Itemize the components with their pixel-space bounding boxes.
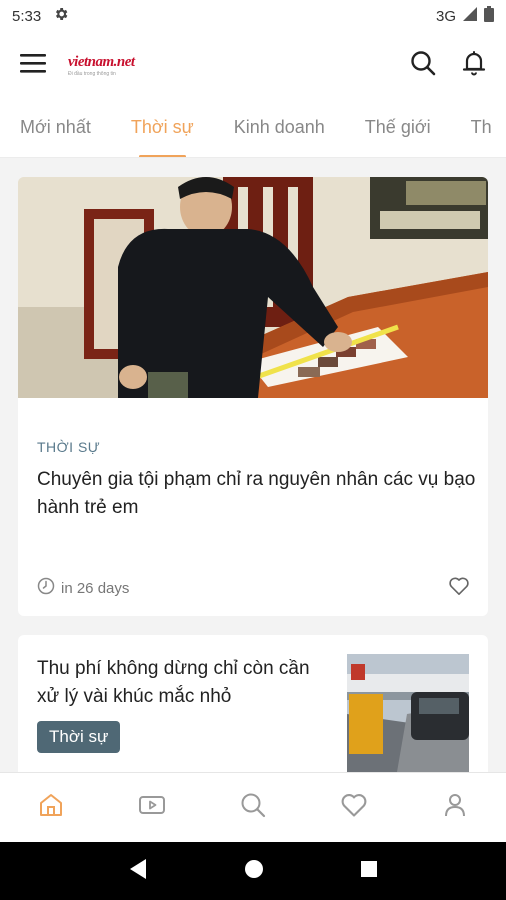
home-icon xyxy=(38,792,64,823)
bottom-navigation xyxy=(0,772,506,842)
article-feed[interactable]: THỜI SỰ Chuyên gia tội phạm chỉ ra nguyê… xyxy=(0,158,506,772)
article-photo[interactable] xyxy=(18,177,488,398)
tab-the-gioi[interactable]: Thế giới xyxy=(345,98,451,157)
category-badge[interactable]: Thời sự xyxy=(37,721,121,753)
status-bar: 5:33 3G xyxy=(0,0,506,32)
nav-profile[interactable] xyxy=(425,778,485,838)
logo-tagline: Đi đầu trong thông tin xyxy=(68,71,116,77)
home-circle-icon[interactable] xyxy=(244,859,264,884)
status-time: 5:33 xyxy=(12,7,42,25)
notification-bell-icon[interactable] xyxy=(462,50,486,81)
favorite-heart-icon[interactable] xyxy=(448,576,470,601)
back-triangle-icon[interactable] xyxy=(128,858,148,885)
article-meta: in 26 days xyxy=(37,577,129,599)
search-icon xyxy=(240,792,266,823)
settings-gear-icon xyxy=(53,6,69,26)
category-tabs: Mới nhất Thời sự Kinh doanh Thế giới Th xyxy=(0,98,506,158)
tab-thoi-su[interactable]: Thời sự xyxy=(111,98,214,157)
article-thumbnail[interactable] xyxy=(347,654,469,772)
heart-icon xyxy=(340,792,368,823)
nav-favorites[interactable] xyxy=(324,778,384,838)
tab-next-partial[interactable]: Th xyxy=(451,98,506,157)
search-icon[interactable] xyxy=(410,50,436,81)
featured-article-card[interactable]: THỜI SỰ Chuyên gia tội phạm chỉ ra nguyê… xyxy=(18,177,488,616)
tab-kinh-doanh[interactable]: Kinh doanh xyxy=(214,98,345,157)
article-time: in 26 days xyxy=(61,579,130,597)
system-navigation-bar xyxy=(0,842,506,900)
logo-text: vietnam.net xyxy=(68,54,135,70)
menu-icon[interactable] xyxy=(20,52,46,79)
article-card[interactable]: Thu phí không dừng chỉ còn cần xử lý vài… xyxy=(18,635,488,772)
clock-icon xyxy=(37,577,55,599)
app-bar: vietnam.net Đi đầu trong thông tin xyxy=(0,32,506,98)
signal-icon xyxy=(462,6,478,26)
article-category: THỜI SỰ xyxy=(37,439,101,455)
nav-search[interactable] xyxy=(223,778,283,838)
video-icon xyxy=(138,793,166,822)
article-title[interactable]: Thu phí không dừng chỉ còn cần xử lý vài… xyxy=(37,655,337,711)
vietnamnet-logo[interactable]: vietnam.net Đi đầu trong thông tin xyxy=(68,53,135,77)
article-title[interactable]: Chuyên gia tội phạm chỉ ra nguyên nhân c… xyxy=(37,466,477,522)
nav-home[interactable] xyxy=(21,778,81,838)
tab-moi-nhat[interactable]: Mới nhất xyxy=(0,98,111,157)
nav-video[interactable] xyxy=(122,778,182,838)
network-type: 3G xyxy=(435,7,456,25)
recents-square-icon[interactable] xyxy=(360,860,378,883)
profile-icon xyxy=(443,792,467,823)
battery-icon xyxy=(484,6,494,26)
